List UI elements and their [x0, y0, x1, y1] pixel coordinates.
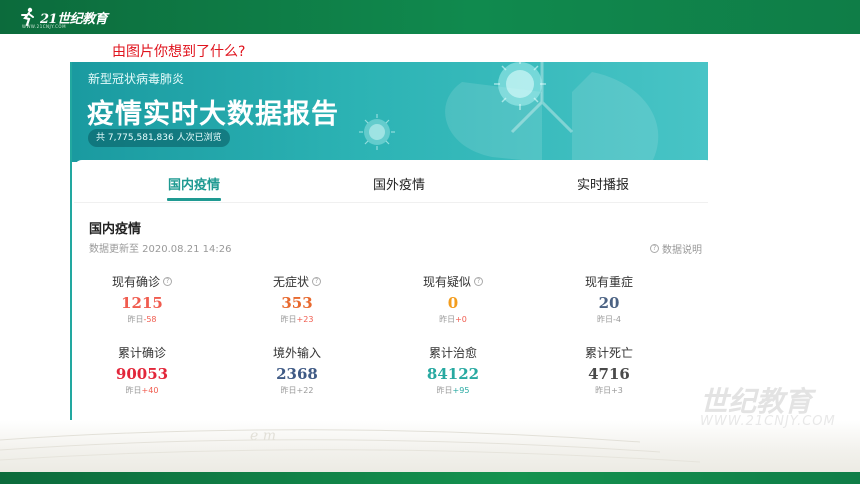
stat-change-delta: -4 [613, 315, 621, 324]
top-bar: 21世纪教育 WWW.21CNJY.COM [0, 0, 860, 34]
data-explain-link[interactable]: ? 数据说明 [650, 241, 702, 256]
logo-subtitle: WWW.21CNJY.COM [22, 24, 67, 29]
stat-value: 84122 [426, 365, 480, 383]
stat-value: 353 [281, 294, 313, 312]
update-time: 数据更新至 2020.08.21 14:26 [89, 244, 232, 255]
stat-label-row: 累计死亡 [549, 344, 669, 361]
stat-change-prefix: 昨日 [439, 315, 456, 324]
stat-change-delta: +22 [296, 386, 314, 395]
stat-label-row: 累计治愈 [393, 344, 513, 361]
stat-value: 1215 [121, 294, 163, 312]
stat-change: 昨日+3 [549, 385, 669, 396]
data-explain-label: 数据说明 [662, 245, 702, 256]
stat-change: 昨日+0 [393, 314, 513, 325]
stat-item: 累计死亡 4716 昨日+3 [549, 344, 669, 396]
stat-label: 累计治愈 [428, 346, 477, 360]
stat-value: 2368 [276, 365, 318, 383]
stat-change-delta: -58 [143, 315, 157, 324]
stat-change-prefix: 昨日 [127, 315, 144, 324]
tab-live-news[interactable]: 实时播报 [577, 174, 629, 193]
stat-label: 累计死亡 [584, 346, 633, 360]
stat-item: 无症状? 353 昨日+23 [237, 273, 357, 325]
active-tab-indicator [167, 198, 221, 201]
stat-change-delta: +3 [611, 386, 623, 395]
stat-item: 累计确诊 90053 昨日+40 [82, 344, 202, 396]
stat-value: 4716 [588, 365, 630, 383]
help-icon[interactable]: ? [474, 277, 483, 286]
stat-change-delta: +23 [296, 315, 314, 324]
help-icon: ? [650, 244, 659, 253]
stat-label: 现有重症 [584, 275, 633, 289]
stat-value: 90053 [115, 365, 169, 383]
help-icon[interactable]: ? [163, 277, 172, 286]
stat-change-prefix: 昨日 [597, 315, 613, 324]
stat-label-row: 无症状? [237, 273, 357, 290]
stat-change-prefix: 昨日 [280, 386, 297, 395]
stat-change-prefix: 昨日 [436, 386, 453, 395]
tab-bar: 国内疫情 国外疫情 实时播报 [74, 160, 708, 201]
stat-label: 无症状 [272, 275, 309, 289]
stat-item: 境外输入 2368 昨日+22 [237, 344, 357, 396]
stat-label: 境外输入 [272, 346, 321, 360]
stat-item: 现有疑似? 0 昨日+0 [393, 273, 513, 325]
stat-label: 现有疑似 [422, 275, 471, 289]
tab-divider [74, 202, 708, 203]
stat-item: 现有确诊? 1215 昨日-58 [82, 273, 202, 325]
banner-subtitle: 新型冠状病毒肺炎 [88, 72, 185, 86]
stat-change-delta: +40 [141, 386, 159, 395]
stat-label-row: 境外输入 [237, 344, 357, 361]
question-text: 由图片你想到了什么? [112, 44, 246, 60]
stat-change: 昨日+23 [237, 314, 357, 325]
stat-item: 累计治愈 84122 昨日+95 [393, 344, 513, 396]
section-title: 国内疫情 [89, 222, 142, 237]
stat-change-prefix: 昨日 [280, 315, 297, 324]
stat-label: 累计确诊 [117, 346, 166, 360]
stat-value: 20 [598, 294, 620, 312]
stat-label-row: 现有重症 [549, 273, 669, 290]
stat-change: 昨日-4 [549, 314, 669, 325]
view-count-badge: 共 7,775,581,836 人次已浏览 [88, 129, 230, 147]
stat-change-delta: +0 [455, 315, 467, 324]
svg-text:e m: e m [250, 428, 276, 444]
tab-overseas[interactable]: 国外疫情 [373, 174, 425, 193]
stat-label-row: 现有确诊? [82, 273, 202, 290]
stat-change: 昨日+95 [393, 385, 513, 396]
stat-change-prefix: 昨日 [595, 386, 612, 395]
watermark-url: WWW.21CNJY.COM [700, 414, 836, 429]
stat-change: 昨日+40 [82, 385, 202, 396]
stat-value: 0 [447, 294, 459, 312]
tab-domestic[interactable]: 国内疫情 [168, 174, 220, 193]
report-banner: 新型冠状病毒肺炎 疫情实时大数据报告 共 7,775,581,836 人次已浏览 [72, 62, 708, 162]
stat-change: 昨日-58 [82, 314, 202, 325]
stat-item: 现有重症 20 昨日-4 [549, 273, 669, 325]
help-icon[interactable]: ? [312, 277, 321, 286]
stat-change-prefix: 昨日 [125, 386, 142, 395]
stats-card: 国内疫情 国外疫情 实时播报 国内疫情 数据更新至 2020.08.21 14:… [74, 160, 708, 420]
stat-change-delta: +95 [452, 386, 470, 395]
stat-change: 昨日+22 [237, 385, 357, 396]
bottom-bar [0, 472, 860, 484]
banner-title: 疫情实时大数据报告 [87, 99, 339, 130]
stat-label-row: 现有疑似? [393, 273, 513, 290]
epidemic-report-screenshot: 新型冠状病毒肺炎 疫情实时大数据报告 共 7,775,581,836 人次已浏览… [70, 62, 708, 420]
stat-label-row: 累计确诊 [82, 344, 202, 361]
stat-label: 现有确诊 [111, 275, 160, 289]
